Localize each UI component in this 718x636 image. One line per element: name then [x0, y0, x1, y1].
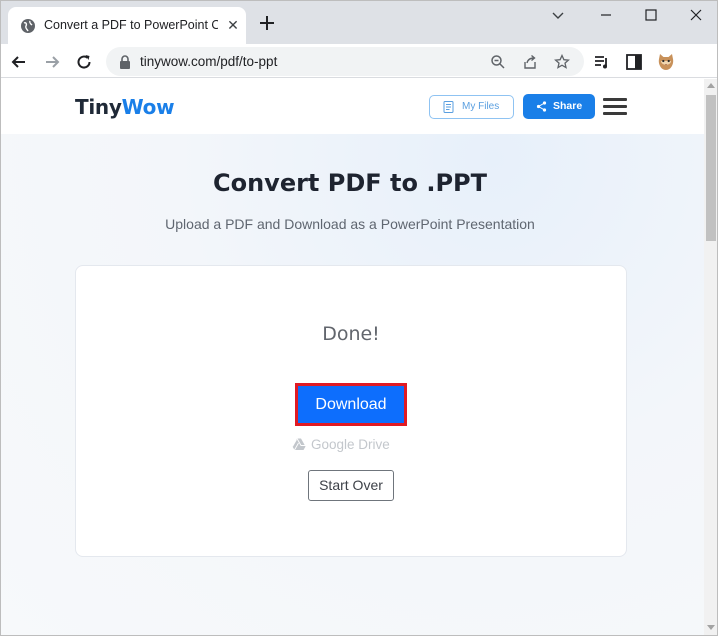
share-button[interactable]: Share: [523, 94, 595, 119]
share-label: Share: [553, 100, 583, 112]
logo-text-wow: Wow: [121, 95, 175, 119]
globe-icon: [21, 19, 35, 33]
new-tab-icon[interactable]: [256, 12, 278, 34]
browser-titlebar: Convert a PDF to PowerPoint Online ✕: [0, 0, 718, 44]
media-playlist-icon[interactable]: [592, 52, 612, 72]
document-icon: [443, 101, 454, 113]
result-card: Done! Download Google Drive Start Over: [75, 265, 627, 557]
my-files-label: My Files: [462, 101, 500, 112]
address-bar[interactable]: tinywow.com/pdf/to-ppt: [106, 47, 584, 76]
reload-icon[interactable]: [74, 52, 94, 72]
start-over-button[interactable]: Start Over: [308, 470, 394, 501]
page-subtitle: Upload a PDF and Download as a PowerPoin…: [165, 216, 535, 232]
status-text: Done!: [322, 323, 380, 345]
google-drive-icon: [292, 438, 306, 451]
close-window-icon[interactable]: [676, 4, 716, 26]
web-page: TinyWow My Files Share Convert PDF to .P…: [0, 79, 704, 636]
close-tab-icon[interactable]: ✕: [224, 16, 242, 34]
logo-text-tiny: Tiny: [75, 95, 122, 119]
side-panel-icon[interactable]: [624, 52, 644, 72]
profile-avatar-icon[interactable]: [656, 52, 676, 72]
maximize-icon[interactable]: [631, 4, 671, 26]
url-text[interactable]: tinywow.com/pdf/to-ppt: [140, 54, 277, 69]
scroll-up-arrow-icon[interactable]: [707, 83, 715, 88]
tinywow-logo[interactable]: TinyWow: [75, 95, 175, 119]
chevron-down-icon[interactable]: [538, 4, 578, 26]
forward-arrow-icon[interactable]: [42, 52, 62, 72]
hamburger-menu-icon[interactable]: [603, 98, 627, 115]
star-icon[interactable]: [554, 54, 570, 70]
scroll-down-arrow-icon[interactable]: [707, 625, 715, 630]
google-drive-label: Google Drive: [311, 437, 390, 452]
page-title: Convert PDF to .PPT: [212, 169, 488, 197]
share-page-icon[interactable]: [522, 54, 538, 70]
back-arrow-icon[interactable]: [9, 52, 29, 72]
page-scrollbar[interactable]: [704, 79, 718, 636]
minimize-icon[interactable]: [586, 4, 626, 26]
share-icon: [536, 101, 547, 112]
browser-toolbar: tinywow.com/pdf/to-ppt: [0, 44, 718, 78]
google-drive-button[interactable]: Google Drive: [290, 436, 410, 454]
site-header: TinyWow My Files Share: [0, 79, 704, 134]
scrollbar-thumb[interactable]: [706, 95, 716, 241]
download-button[interactable]: Download: [298, 386, 404, 423]
browser-tab[interactable]: Convert a PDF to PowerPoint Online ✕: [8, 7, 246, 44]
zoom-icon[interactable]: [490, 54, 506, 70]
tab-title: Convert a PDF to PowerPoint Online: [44, 18, 218, 32]
lock-icon[interactable]: [118, 54, 132, 70]
my-files-button[interactable]: My Files: [429, 95, 514, 119]
